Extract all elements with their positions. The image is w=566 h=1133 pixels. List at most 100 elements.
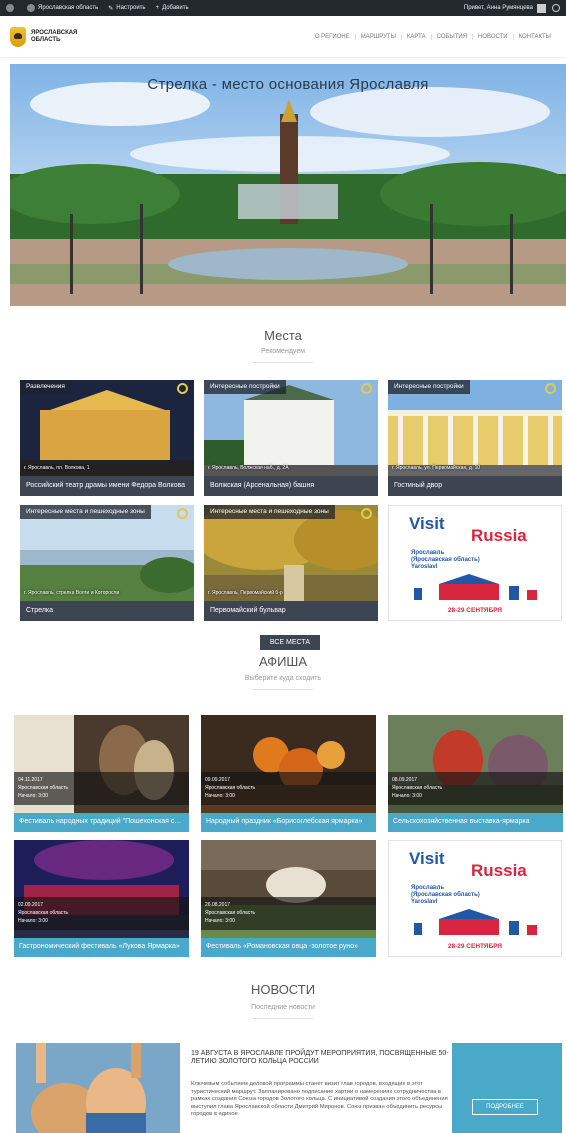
add-new-label: Добавить: [162, 5, 189, 11]
landmarks-illustration: [414, 574, 537, 600]
promo-dates: 28-29 СЕНТЯБРЯ: [447, 943, 503, 950]
divider: [253, 689, 313, 690]
place-image: [204, 380, 378, 476]
event-name[interactable]: Гастрономический фестиваль «Лукова Ярмар…: [14, 938, 189, 957]
place-card[interactable]: Развлечения г. Ярославль, пл. Волкова, 1…: [20, 380, 194, 496]
event-card[interactable]: 02.09.2017 Ярославская область Начало: 3…: [14, 840, 189, 957]
event-date: 26.08.2017: [205, 902, 231, 908]
add-new-link[interactable]: + Добавить: [156, 5, 189, 11]
afisha-title: АФИША: [258, 654, 308, 669]
place-name[interactable]: Первомайский бульвар: [204, 601, 378, 621]
news-headline[interactable]: 19 АВГУСТА В ЯРОСЛАВЛЕ ПРОЙДУТ МЕРОПРИЯТ…: [191, 1050, 451, 1066]
visit-russia-banner[interactable]: Visit Russia Ярославль (Ярославская обла…: [388, 840, 562, 957]
wordpress-menu[interactable]: [6, 4, 17, 12]
user-greeting[interactable]: Привет, Анна Румянцева: [464, 5, 533, 11]
place-category: Интересные места и пешеходные зоны: [20, 505, 151, 519]
place-category: Интересные места и пешеходные зоны: [204, 505, 335, 519]
event-card[interactable]: 08.09.2017 Ярославская область Начало: 3…: [388, 715, 563, 832]
award-icon: [361, 383, 372, 394]
visit-russia-banner[interactable]: Visit Russia Ярославль (Ярославская обла…: [388, 505, 562, 621]
place-image: [20, 505, 194, 601]
places-title: Места: [264, 328, 302, 343]
nav-item-map[interactable]: КАРТА: [400, 33, 431, 40]
wordpress-icon: [6, 4, 14, 12]
nav-item-routes[interactable]: МАРШРУТЫ: [354, 33, 401, 40]
event-meta: 26.08.2017 Ярославская область Начало: 3…: [201, 897, 376, 930]
place-address: г. Ярославль, Первомайский б-р: [208, 590, 283, 596]
nav-item-news[interactable]: НОВОСТИ: [472, 33, 513, 40]
event-name[interactable]: Фестиваль народных традиций "Пошехонская…: [14, 813, 189, 832]
event-name[interactable]: Народный праздник «Борисоглебская ярмарк…: [201, 813, 376, 832]
event-name[interactable]: Сельскохозяйственная выставка-ярмарка: [388, 813, 563, 832]
place-name[interactable]: Стрелка: [20, 601, 194, 621]
promo-region: Ярославль (Ярославская область) Yaroslav…: [411, 550, 480, 570]
search-icon[interactable]: [552, 4, 560, 12]
promo-visit: Visit: [409, 514, 445, 533]
event-meta: 02.09.2017 Ярославская область Начало: 3…: [14, 897, 189, 930]
event-date: 08.09.2017: [392, 777, 418, 783]
place-address: г. Ярославль, пл. Волкова, 1: [24, 465, 90, 471]
promo-visit: Visit: [409, 849, 445, 868]
place-card[interactable]: Интересные постройки г. Ярославль, Волжс…: [204, 380, 378, 496]
promo-russia: Russia: [471, 861, 527, 880]
hero-banner[interactable]: Стрелка - место основания Ярославля: [10, 64, 566, 306]
event-place: Ярославская область: [205, 910, 256, 916]
main-nav: О РЕГИОНЕ МАРШРУТЫ КАРТА СОБЫТИЯ НОВОСТИ…: [310, 33, 556, 40]
event-time: Начало: 3:00: [205, 918, 235, 924]
landmarks-illustration: [414, 909, 537, 935]
event-meta: 08.09.2017 Ярославская область Начало: 3…: [388, 772, 563, 805]
all-places-button[interactable]: ВСЕ МЕСТА: [260, 635, 320, 650]
site-logo-text[interactable]: ЯРОСЛАВСКАЯ ОБЛАСТЬ: [31, 30, 91, 44]
site-name-link[interactable]: Ярославская область: [27, 4, 98, 12]
place-category: Интересные постройки: [388, 380, 470, 394]
place-name[interactable]: Российский театр драмы имени Федора Волк…: [20, 476, 194, 496]
event-time: Начало: 3:00: [18, 793, 48, 799]
event-date: 09.09.2017: [205, 777, 231, 783]
place-card[interactable]: Интересные места и пешеходные зоны г. Яр…: [20, 505, 194, 621]
news-image: [16, 1043, 180, 1133]
place-address: г. Ярославль, Волжская наб., д. 2А: [208, 465, 289, 471]
place-card[interactable]: Интересные места и пешеходные зоны г. Яр…: [204, 505, 378, 621]
place-category: Развлечения: [20, 380, 71, 394]
event-card[interactable]: 04.11.2017 Ярославская область Начало: 3…: [14, 715, 189, 832]
afisha-subtitle: Выберите куда сходить: [244, 675, 322, 682]
nav-item-events[interactable]: СОБЫТИЯ: [430, 33, 472, 40]
news-subtitle: Последние новости: [251, 1004, 315, 1011]
place-card[interactable]: Интересные постройки г. Ярославль, ул. П…: [388, 380, 562, 496]
nav-item-about[interactable]: О РЕГИОНЕ: [310, 34, 355, 40]
plus-icon: +: [155, 5, 160, 11]
event-name[interactable]: Фестиваль «Романовская овца -золотое рун…: [201, 938, 376, 957]
award-icon: [361, 508, 372, 519]
brush-icon: ✎: [108, 5, 114, 12]
place-image: [20, 380, 194, 476]
place-name[interactable]: Волжская (Арсенальная) башня: [204, 476, 378, 496]
event-card[interactable]: 09.09.2017 Ярославская область Начало: 3…: [201, 715, 376, 832]
event-card[interactable]: 26.08.2017 Ярославская область Начало: 3…: [201, 840, 376, 957]
event-meta: 09.09.2017 Ярославская область Начало: 3…: [201, 772, 376, 805]
customize-link[interactable]: ✎ Настроить: [108, 5, 145, 12]
news-side-panel: ПОДРОБНЕЕ: [452, 1043, 562, 1133]
places-subtitle: Рекомендуем: [260, 348, 306, 355]
home-icon: [27, 4, 35, 12]
award-icon: [177, 383, 188, 394]
award-icon: [177, 508, 188, 519]
hero-image: [10, 64, 566, 306]
site-header: ЯРОСЛАВСКАЯ ОБЛАСТЬ О РЕГИОНЕ МАРШРУТЫ К…: [0, 16, 566, 58]
nav-item-contacts[interactable]: КОНТАКТЫ: [512, 33, 556, 40]
event-place: Ярославская область: [18, 785, 69, 791]
more-button[interactable]: ПОДРОБНЕЕ: [472, 1099, 538, 1115]
place-address: г. Ярославль, стрелка Волги и Которосли: [24, 590, 120, 596]
site-name-label: Ярославская область: [38, 5, 99, 11]
admin-bar: Ярославская область ✎ Настроить + Добавить…: [0, 0, 566, 16]
news-body: Ключевым событием деловой программы стан…: [191, 1081, 448, 1117]
event-place: Ярославская область: [392, 785, 443, 791]
bear-crest-icon[interactable]: [10, 26, 26, 47]
promo-russia: Russia: [471, 526, 527, 545]
promo-region: Ярославль (Ярославская область) Yaroslav…: [411, 885, 480, 905]
hero-title: Стрелка - место основания Ярославля: [147, 76, 429, 93]
place-name[interactable]: Гостиный двор: [388, 476, 562, 496]
place-category: Интересные постройки: [204, 380, 286, 394]
event-meta: 04.11.2017 Ярославская область Начало: 3…: [14, 772, 189, 805]
avatar[interactable]: [537, 3, 546, 13]
news-item[interactable]: 19 АВГУСТА В ЯРОСЛАВЛЕ ПРОЙДУТ МЕРОПРИЯТ…: [16, 1043, 562, 1133]
